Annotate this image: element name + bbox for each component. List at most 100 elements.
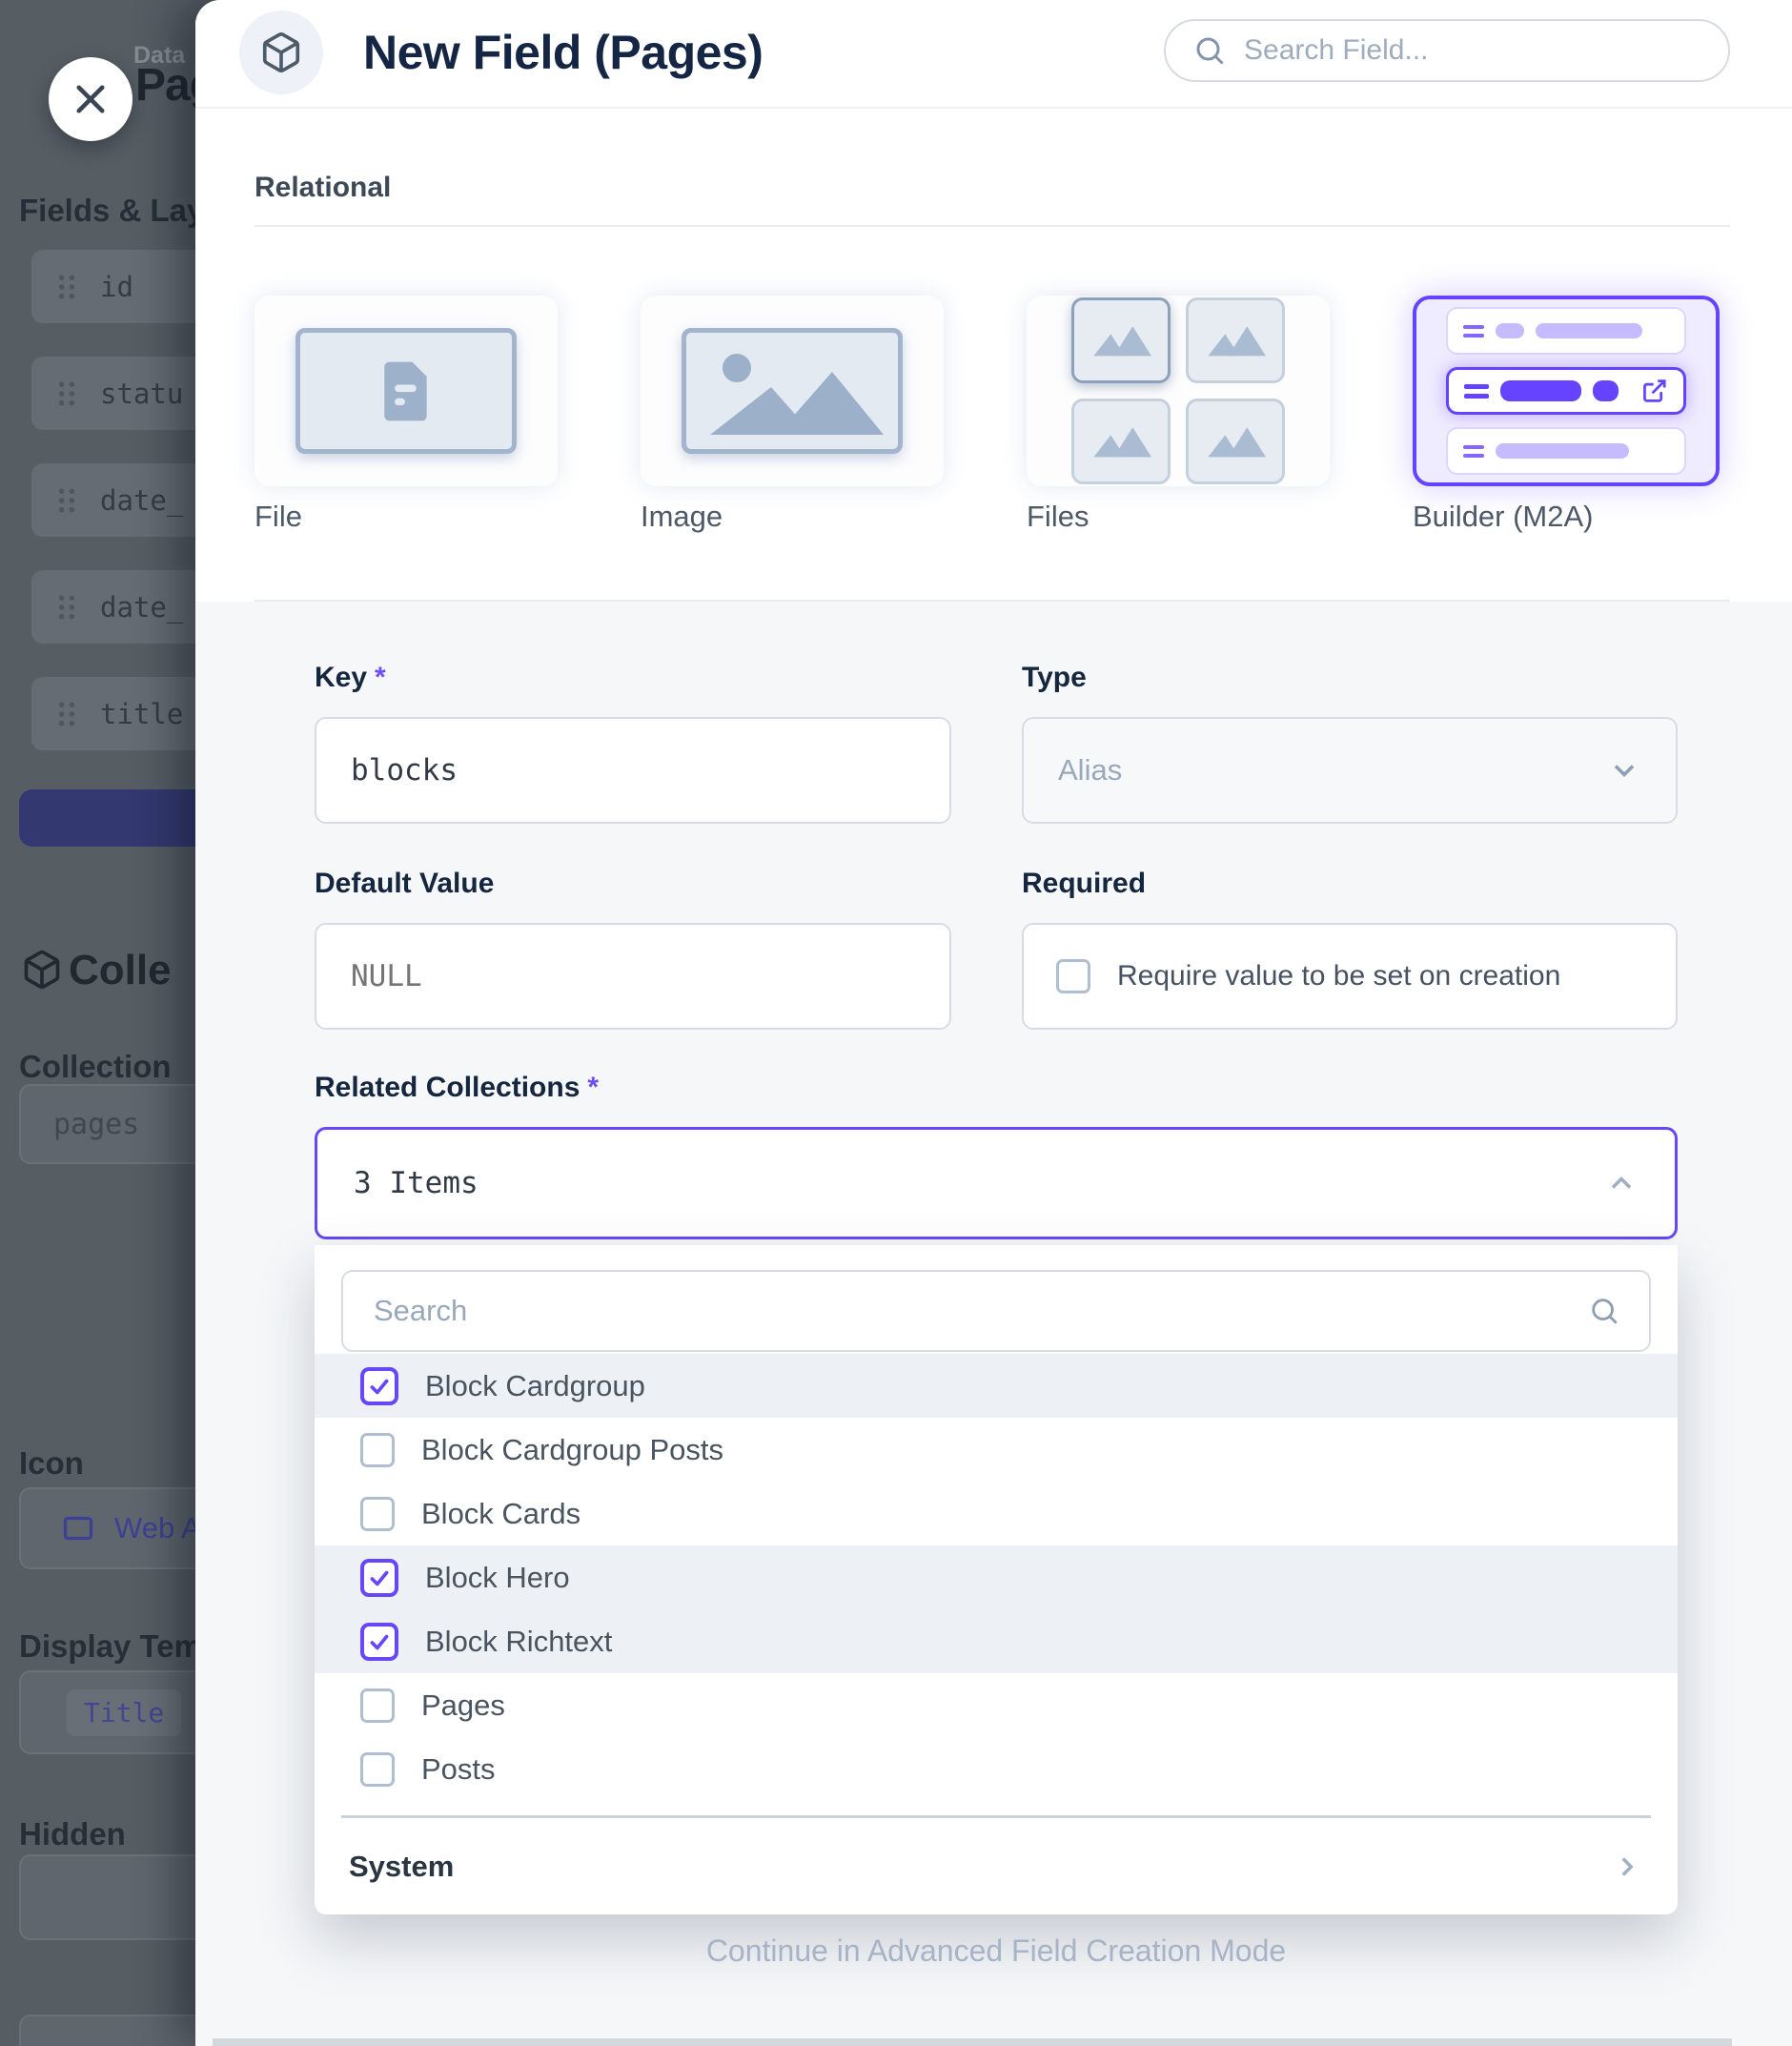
backdrop-fields-heading: Fields & Lay bbox=[19, 193, 204, 229]
divider bbox=[341, 1815, 1651, 1818]
field-search-input[interactable] bbox=[1242, 33, 1701, 68]
required-label: Required bbox=[1022, 868, 1146, 900]
required-asterisk: * bbox=[587, 1072, 599, 1103]
field-search[interactable] bbox=[1164, 19, 1730, 82]
backdrop-collection-label: Collection bbox=[19, 1049, 172, 1085]
drawer-title: New Field (Pages) bbox=[363, 25, 763, 80]
icon-value: Web A bbox=[114, 1511, 201, 1545]
required-checkbox[interactable] bbox=[1056, 959, 1090, 993]
thumbnail-icon bbox=[1186, 297, 1285, 383]
key-label: Key* bbox=[315, 662, 386, 694]
screen: Data Pag Fields & Lay id statu date_ dat… bbox=[0, 0, 1792, 2046]
thumbnail-icon bbox=[1071, 297, 1171, 383]
collection-option-block-richtext[interactable]: Block Richtext bbox=[315, 1609, 1678, 1673]
drag-handle-icon bbox=[1464, 384, 1489, 399]
collection-option-posts[interactable]: Posts bbox=[315, 1737, 1678, 1801]
backdrop-display-label: Display Tem bbox=[19, 1628, 202, 1665]
type-select[interactable]: Alias bbox=[1022, 717, 1678, 824]
collection-option-block-hero[interactable]: Block Hero bbox=[315, 1545, 1678, 1609]
related-collections-label: Related Collections* bbox=[315, 1072, 599, 1104]
check-icon bbox=[367, 1374, 392, 1399]
pill bbox=[1500, 380, 1581, 401]
field-label: date_ bbox=[100, 591, 183, 624]
chevron-up-icon bbox=[1604, 1166, 1639, 1200]
backdrop-collection-heading: Colle bbox=[69, 947, 172, 994]
thumbnail-icon bbox=[1071, 399, 1171, 484]
required-checkbox-label: Require value to be set on creation bbox=[1117, 960, 1560, 992]
file-preview bbox=[295, 328, 517, 454]
builder-row bbox=[1446, 427, 1686, 475]
drag-handle-icon bbox=[56, 487, 77, 514]
key-input[interactable] bbox=[315, 717, 951, 824]
close-button[interactable] bbox=[49, 57, 132, 141]
collection-option-block-cardgroup[interactable]: Block Cardgroup bbox=[315, 1354, 1678, 1418]
checkbox-unchecked[interactable] bbox=[360, 1497, 395, 1531]
builder-row-active bbox=[1446, 367, 1686, 415]
type-value: Alias bbox=[1058, 753, 1122, 788]
checkbox-unchecked[interactable] bbox=[360, 1433, 395, 1467]
card-label-image: Image bbox=[641, 500, 723, 534]
divider bbox=[213, 2038, 1732, 2046]
builder-row bbox=[1446, 307, 1686, 355]
close-icon bbox=[71, 79, 111, 119]
image-icon bbox=[697, 341, 887, 440]
system-group-row[interactable]: System bbox=[315, 1831, 1678, 1903]
field-label: id bbox=[100, 271, 133, 303]
type-label: Type bbox=[1022, 662, 1087, 694]
card-files[interactable] bbox=[1027, 296, 1330, 486]
drag-handle-icon bbox=[1463, 445, 1484, 458]
drag-handle-icon bbox=[56, 594, 77, 621]
checkbox-checked[interactable] bbox=[360, 1559, 398, 1597]
search-icon bbox=[1588, 1295, 1620, 1327]
default-value-label: Default Value bbox=[315, 868, 494, 900]
checkbox-checked[interactable] bbox=[360, 1367, 398, 1405]
checkbox-unchecked[interactable] bbox=[360, 1688, 395, 1723]
collection-option-block-cards[interactable]: Block Cards bbox=[315, 1482, 1678, 1545]
backdrop-hidden-input bbox=[19, 1854, 206, 1940]
card-label-builder: Builder (M2A) bbox=[1413, 500, 1594, 534]
card-image[interactable] bbox=[641, 296, 944, 486]
section-label-relational: Relational bbox=[255, 172, 391, 204]
box-icon bbox=[259, 31, 303, 74]
image-preview bbox=[682, 328, 903, 454]
collection-option-block-cardgroup-posts[interactable]: Block Cardgroup Posts bbox=[315, 1418, 1678, 1482]
chevron-down-icon bbox=[1607, 753, 1641, 788]
new-field-drawer: New Field (Pages) Relational File bbox=[195, 0, 1792, 2046]
chevron-right-icon bbox=[1611, 1851, 1643, 1883]
files-preview bbox=[1071, 297, 1285, 484]
backdrop-display-input: Title bbox=[19, 1670, 206, 1754]
pill bbox=[1496, 323, 1524, 338]
checkbox-checked[interactable] bbox=[360, 1623, 398, 1661]
backdrop-collection-input: pages bbox=[19, 1084, 206, 1164]
collection-option-pages[interactable]: Pages bbox=[315, 1673, 1678, 1737]
check-icon bbox=[367, 1565, 392, 1590]
field-label: date_ bbox=[100, 484, 183, 517]
advanced-mode-link[interactable]: Continue in Advanced Field Creation Mode bbox=[315, 1933, 1678, 1969]
backdrop-partial-input bbox=[19, 2015, 206, 2046]
dropdown-search[interactable] bbox=[341, 1270, 1651, 1352]
backdrop-icon-input: Web A bbox=[19, 1487, 206, 1569]
default-value-input[interactable] bbox=[315, 923, 951, 1030]
window-icon bbox=[61, 1511, 95, 1545]
divider bbox=[255, 225, 1730, 227]
field-label: title bbox=[100, 698, 183, 730]
card-builder-m2a-selected[interactable] bbox=[1413, 296, 1720, 486]
file-icon bbox=[381, 359, 431, 422]
required-asterisk: * bbox=[375, 662, 386, 693]
thumbnail-icon bbox=[1186, 399, 1285, 484]
backdrop-hidden-label: Hidden bbox=[19, 1816, 126, 1852]
drag-handle-icon bbox=[56, 701, 77, 727]
required-box: Require value to be set on creation bbox=[1022, 923, 1678, 1030]
collection-value: pages bbox=[53, 1108, 139, 1141]
search-icon bbox=[1192, 33, 1227, 68]
display-template-chip: Title bbox=[67, 1689, 181, 1736]
box-icon bbox=[21, 949, 63, 991]
drawer-icon-circle bbox=[239, 10, 323, 94]
drag-handle-icon bbox=[1463, 325, 1484, 338]
card-label-file: File bbox=[255, 500, 302, 534]
card-file[interactable] bbox=[255, 296, 558, 486]
related-collections-select[interactable]: 3 Items bbox=[315, 1127, 1678, 1239]
dropdown-search-input[interactable] bbox=[372, 1293, 1588, 1329]
checkbox-unchecked[interactable] bbox=[360, 1752, 395, 1787]
pill bbox=[1536, 323, 1642, 338]
